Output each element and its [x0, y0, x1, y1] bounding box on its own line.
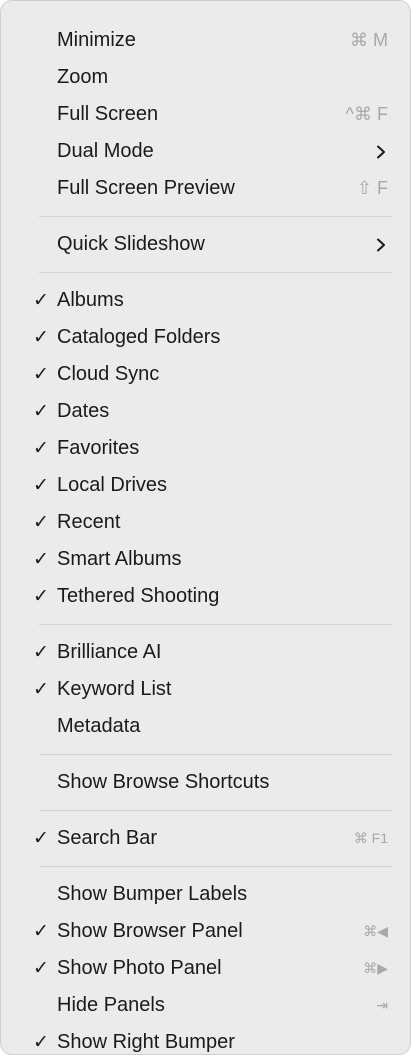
shortcut-label: ⇥: [376, 997, 388, 1013]
menu-item-label: Hide Panels: [57, 994, 165, 1016]
menu-item-smart-albums[interactable]: ✓ Smart Albums: [1, 541, 410, 578]
menu-item-label: Dual Mode: [57, 140, 154, 162]
checkmark-icon: ✓: [33, 586, 49, 607]
menu-item-label: Quick Slideshow: [57, 233, 205, 255]
menu-item-label: Full Screen: [57, 103, 159, 125]
chevron-right-icon: [377, 145, 385, 158]
shortcut-label: ⌘◀: [363, 923, 388, 939]
menu-item-search-bar[interactable]: ✓ Search Bar ⌘ F1: [1, 820, 410, 857]
menu-item-label: Keyword List: [57, 678, 172, 700]
menu-item-label: Search Bar: [57, 827, 158, 849]
menu-item-quick-slideshow[interactable]: Quick Slideshow: [1, 226, 410, 263]
menu-item-label: Show Browser Panel: [57, 920, 243, 942]
menu-item-label: Favorites: [57, 437, 140, 459]
checkmark-icon: ✓: [33, 642, 49, 663]
window-menu: Minimize ⌘ M Zoom Full Screen ^⌘ F Dual …: [0, 0, 411, 1055]
menu-item-recent[interactable]: ✓ Recent: [1, 504, 410, 541]
menu-item-label: Smart Albums: [57, 548, 182, 570]
shortcut-label: ^⌘ F: [345, 104, 388, 124]
menu-item-label: Local Drives: [57, 474, 168, 496]
menu-item-cloud-sync[interactable]: ✓ Cloud Sync: [1, 356, 410, 393]
menu-item-label: Show Bumper Labels: [57, 883, 248, 905]
checkmark-icon: ✓: [33, 828, 49, 849]
menu-item-show-bumper-labels[interactable]: Show Bumper Labels: [1, 876, 410, 913]
menu-item-hide-panels[interactable]: Hide Panels ⇥: [1, 987, 410, 1024]
menu-item-zoom[interactable]: Zoom: [1, 59, 410, 96]
menu-item-label: Show Right Bumper: [57, 1031, 235, 1053]
menu-item-cataloged-folders[interactable]: ✓ Cataloged Folders: [1, 319, 410, 356]
shortcut-label: ⌘ M: [350, 30, 388, 50]
menu-separator: [1, 263, 410, 282]
menu-item-show-photo-panel[interactable]: ✓ Show Photo Panel ⌘▶: [1, 950, 410, 987]
menu-item-albums[interactable]: ✓ Albums: [1, 282, 410, 319]
menu-item-label: Brilliance AI: [57, 641, 162, 663]
menu-item-label: Cataloged Folders: [57, 326, 221, 348]
menu-item-label: Full Screen Preview: [57, 177, 235, 199]
menu-item-label: Minimize: [57, 29, 136, 51]
menu-item-show-browse-shortcuts[interactable]: Show Browse Shortcuts: [1, 764, 410, 801]
menu-item-minimize[interactable]: Minimize ⌘ M: [1, 22, 410, 59]
checkmark-icon: ✓: [33, 327, 49, 348]
menu-item-metadata[interactable]: Metadata: [1, 708, 410, 745]
shortcut-label: ⌘▶: [363, 960, 388, 976]
checkmark-icon: ✓: [33, 475, 49, 496]
menu-item-tethered-shooting[interactable]: ✓ Tethered Shooting: [1, 578, 410, 615]
menu-item-label: Dates: [57, 400, 110, 422]
shortcut-label: ⇧ F: [356, 178, 388, 198]
menu-item-brilliance-ai[interactable]: ✓ Brilliance AI: [1, 634, 410, 671]
checkmark-icon: ✓: [33, 290, 49, 311]
checkmark-icon: ✓: [33, 401, 49, 422]
menu-item-dual-mode[interactable]: Dual Mode: [1, 133, 410, 170]
menu-item-favorites[interactable]: ✓ Favorites: [1, 430, 410, 467]
menu-item-show-browser-panel[interactable]: ✓ Show Browser Panel ⌘◀: [1, 913, 410, 950]
menu-item-full-screen-preview[interactable]: Full Screen Preview ⇧ F: [1, 170, 410, 207]
menu-item-label: Recent: [57, 511, 121, 533]
menu-item-label: Zoom: [57, 66, 109, 88]
menu-separator: [1, 615, 410, 634]
menu-separator: [1, 801, 410, 820]
menu-separator: [1, 745, 410, 764]
checkmark-icon: ✓: [33, 958, 49, 979]
menu-item-label: Albums: [57, 289, 124, 311]
checkmark-icon: ✓: [33, 364, 49, 385]
menu-separator: [1, 857, 410, 876]
menu-item-full-screen[interactable]: Full Screen ^⌘ F: [1, 96, 410, 133]
checkmark-icon: ✓: [33, 549, 49, 570]
menu-item-label: Tethered Shooting: [57, 585, 220, 607]
menu-item-label: Metadata: [57, 715, 141, 737]
menu-item-local-drives[interactable]: ✓ Local Drives: [1, 467, 410, 504]
menu-item-keyword-list[interactable]: ✓ Keyword List: [1, 671, 410, 708]
menu-item-show-right-bumper[interactable]: ✓ Show Right Bumper: [1, 1024, 410, 1061]
menu-item-label: Show Photo Panel: [57, 957, 222, 979]
checkmark-icon: ✓: [33, 438, 49, 459]
menu-item-label: Show Browse Shortcuts: [57, 771, 270, 793]
chevron-right-icon: [377, 238, 385, 251]
menu-item-label: Cloud Sync: [57, 363, 160, 385]
checkmark-icon: ✓: [33, 1032, 49, 1053]
shortcut-label: ⌘ F1: [353, 830, 388, 846]
checkmark-icon: ✓: [33, 679, 49, 700]
checkmark-icon: ✓: [33, 921, 49, 942]
checkmark-icon: ✓: [33, 512, 49, 533]
menu-separator: [1, 207, 410, 226]
menu-item-dates[interactable]: ✓ Dates: [1, 393, 410, 430]
